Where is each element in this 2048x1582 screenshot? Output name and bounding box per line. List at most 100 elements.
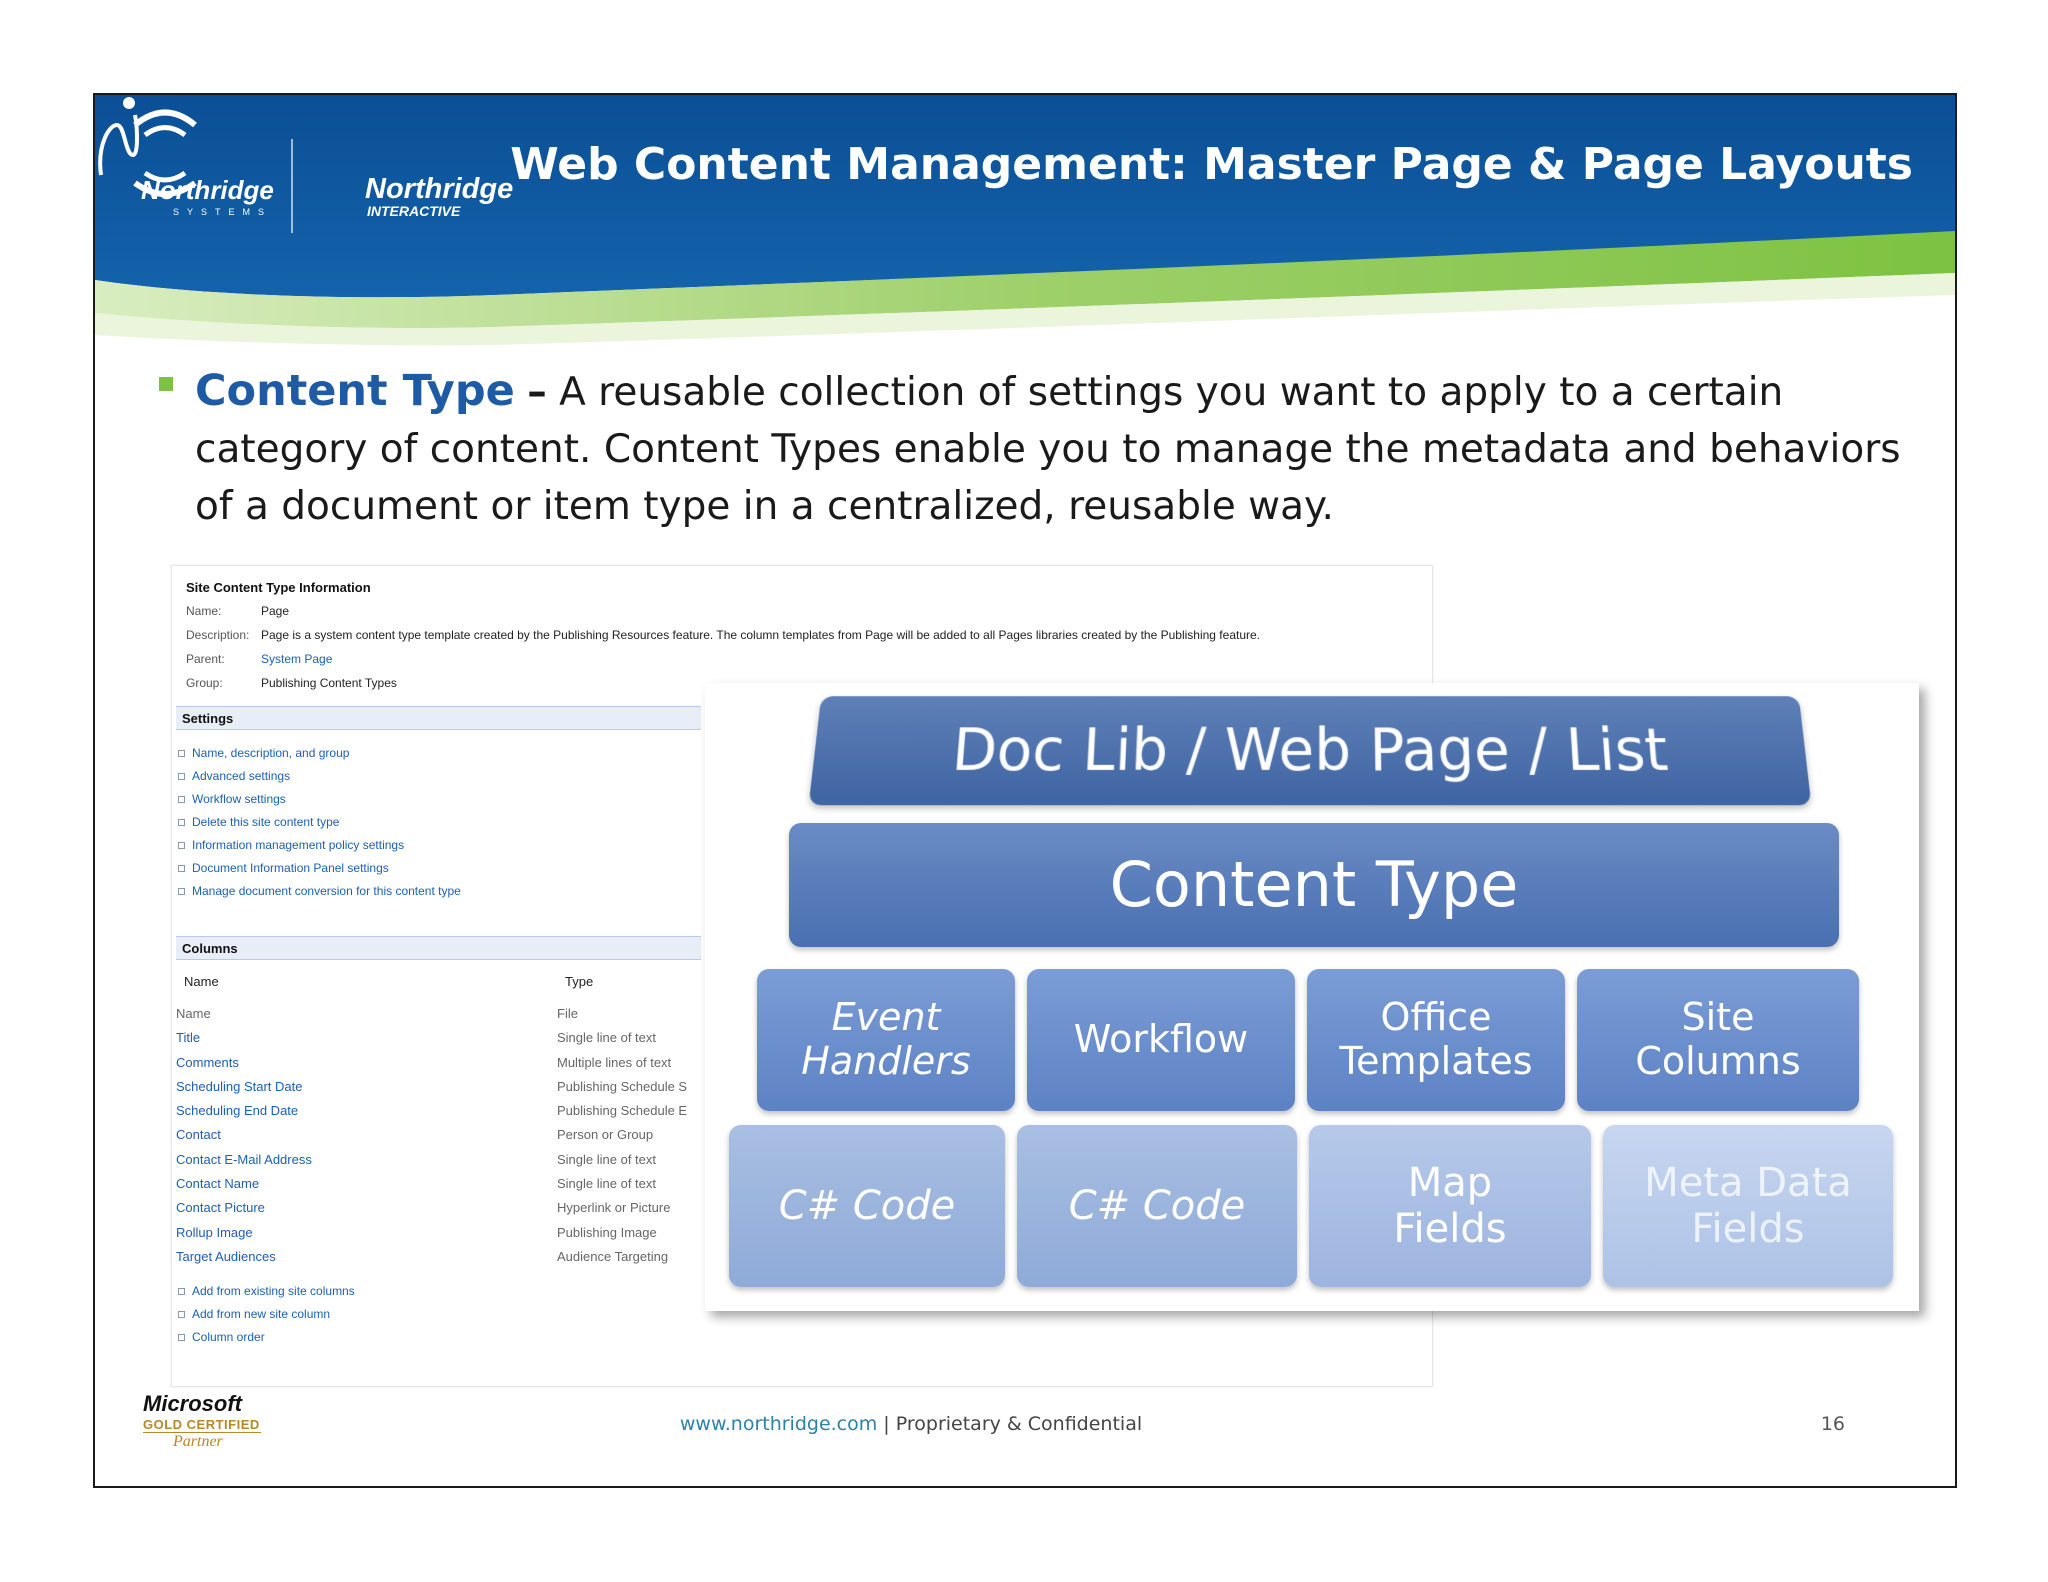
stack-tile-line: Workflow (1073, 1017, 1249, 1062)
sp-column-type: Single line of text (557, 1030, 657, 1046)
stack-tile-line: Office (1380, 995, 1492, 1040)
sp-link-label: Information management policy settings (192, 838, 405, 852)
sp-columns-table: Name File Title Single line of text Commen… (176, 1006, 736, 1273)
sp-column-link[interactable]: Comments (176, 1055, 239, 1070)
sp-settings-header: Settings (176, 706, 701, 730)
sp-settings-links: Name, description, and group Advanced se… (178, 746, 461, 907)
stack-tile-content-type: Content Type (789, 823, 1839, 947)
footer-confidential: Proprietary & Confidential (895, 1413, 1143, 1435)
sp-settings-link[interactable]: Manage document conversion for this cont… (178, 884, 461, 907)
stack-tile-map-fields: Map Fields (1309, 1125, 1591, 1287)
sp-column-link[interactable]: Contact Picture (176, 1200, 265, 1215)
sp-column-type: File (557, 1006, 578, 1021)
bullet-icon (178, 865, 185, 873)
logo-divider (291, 139, 293, 233)
stack-tile-label: Doc Lib / Web Page / List (949, 716, 1671, 784)
bullet-icon (178, 796, 185, 804)
sp-column-link[interactable]: Title (176, 1030, 200, 1045)
sp-column-link[interactable]: Scheduling Start Date (176, 1079, 302, 1094)
sp-info-key: Parent: (186, 652, 225, 666)
content-type-stack-diagram: Doc Lib / Web Page / List Content Type E… (705, 683, 1919, 1311)
logo-right-subtext: INTERACTIVE (367, 203, 461, 219)
sp-link-label: Name, description, and group (192, 746, 350, 760)
sp-info-parent: Parent: System Page (186, 652, 332, 666)
bullet-square-icon (159, 377, 173, 391)
table-row: Title Single line of text (176, 1030, 736, 1054)
sp-parent-link[interactable]: System Page (261, 652, 332, 666)
sp-settings-link[interactable]: Delete this site content type (178, 815, 461, 838)
bullet-text: Content Type – A reusable collection of … (195, 363, 1915, 535)
logo-left-subtext: SYSTEMS (173, 207, 273, 217)
footer-url-link[interactable]: www.northridge.com (680, 1413, 877, 1435)
stack-tile-csharp-code-2: C# Code (1017, 1125, 1297, 1287)
sp-info-value: Page (261, 604, 290, 618)
sp-column-link[interactable]: Contact (176, 1127, 221, 1142)
sp-column-action-link[interactable]: Add from existing site columns (178, 1284, 355, 1307)
table-row: Comments Multiple lines of text (176, 1055, 736, 1079)
sp-column-type: Publishing Image (557, 1224, 657, 1240)
bullet-dash: – (527, 370, 547, 415)
stack-tile-line: Meta Data (1644, 1160, 1852, 1206)
sp-column-type: Single line of text (557, 1151, 657, 1167)
northridge-interactive-mark-icon (98, 97, 139, 176)
stack-tile-line: Templates (1339, 1039, 1533, 1083)
bullet-icon (178, 819, 185, 827)
sp-column-link[interactable]: Contact Name (176, 1176, 259, 1191)
sp-column-link[interactable]: Contact E-Mail Address (176, 1152, 312, 1167)
sp-link-label: Workflow settings (192, 792, 286, 806)
stack-tile-label: Content Type (1109, 848, 1519, 922)
page-number: 16 (1820, 1413, 1845, 1435)
sp-link-label: Document Information Panel settings (192, 861, 389, 875)
stack-tile-event-handlers: Event Handlers (757, 969, 1015, 1111)
sp-column-link[interactable]: Scheduling End Date (176, 1103, 298, 1118)
sp-link-label: Add from existing site columns (192, 1284, 355, 1298)
sp-column-action-link[interactable]: Add from new site column (178, 1307, 355, 1330)
table-row: Scheduling Start Date Publishing Schedule… (176, 1079, 736, 1103)
sp-column-type: Person or Group (557, 1127, 654, 1143)
bullet-icon (178, 773, 185, 781)
slide-header: Northridge SYSTEMS Northridge INTERACTIV… (95, 95, 1955, 347)
partner-label: Partner (173, 1433, 223, 1450)
sp-column-action-link[interactable]: Column order (178, 1330, 355, 1353)
sp-info-key: Group: (186, 676, 223, 690)
sp-info-value: Page is a system content type template c… (261, 628, 1260, 642)
stack-tile-line: Fields (1691, 1206, 1805, 1252)
sp-column-link[interactable]: Rollup Image (176, 1225, 253, 1240)
stack-tile-line: Map (1407, 1160, 1493, 1206)
sp-col-header-type: Type (565, 974, 594, 989)
sp-info-key: Description: (186, 628, 250, 642)
stack-tile-csharp-code-1: C# Code (729, 1125, 1005, 1287)
slide-title: Web Content Management: Master Page & Pa… (510, 139, 1913, 190)
sp-settings-link[interactable]: Workflow settings (178, 792, 461, 815)
table-row: Target Audiences Audience Targeting (176, 1249, 736, 1273)
stack-tile-line: Handlers (801, 1039, 971, 1083)
sp-info-description: Description: Page is a system content typ… (186, 628, 1366, 642)
sp-column-name: Name (176, 1006, 211, 1021)
stack-tile-line: Fields (1393, 1206, 1507, 1252)
bullet-icon (178, 1288, 185, 1296)
stack-tile-site-columns: Site Columns (1577, 969, 1859, 1111)
table-row: Name File (176, 1006, 736, 1030)
stack-tile-line: Site (1681, 995, 1755, 1040)
slide: Northridge SYSTEMS Northridge INTERACTIV… (93, 93, 1957, 1488)
logo-left-text: Northridge (141, 175, 274, 205)
stack-tile-meta-data-fields: Meta Data Fields (1603, 1125, 1893, 1287)
sp-settings-link[interactable]: Document Information Panel settings (178, 861, 461, 884)
sp-settings-link[interactable]: Advanced settings (178, 769, 461, 792)
sp-info-key: Name: (186, 604, 222, 618)
bullet-icon (178, 888, 185, 896)
sp-column-type: Audience Targeting (557, 1248, 669, 1264)
slide-footer: www.northridge.com | Proprietary & Confi… (95, 1413, 1727, 1435)
sp-column-type: Publishing Schedule S (557, 1078, 688, 1094)
sp-column-link[interactable]: Target Audiences (176, 1249, 276, 1264)
sp-settings-link[interactable]: Information management policy settings (178, 838, 461, 861)
bullet-icon (178, 842, 185, 850)
sp-settings-link[interactable]: Name, description, and group (178, 746, 461, 769)
sp-info-group: Group: Publishing Content Types (186, 676, 397, 690)
stack-tile-line: Event (831, 995, 941, 1040)
sp-link-label: Column order (192, 1330, 265, 1344)
table-row: Scheduling End Date Publishing Schedule E (176, 1103, 736, 1127)
table-row: Contact Picture Hyperlink or Picture (176, 1200, 736, 1224)
stack-tile-doclib: Doc Lib / Web Page / List (808, 696, 1812, 806)
bullet-point: Content Type – A reusable collection of … (155, 363, 1935, 535)
